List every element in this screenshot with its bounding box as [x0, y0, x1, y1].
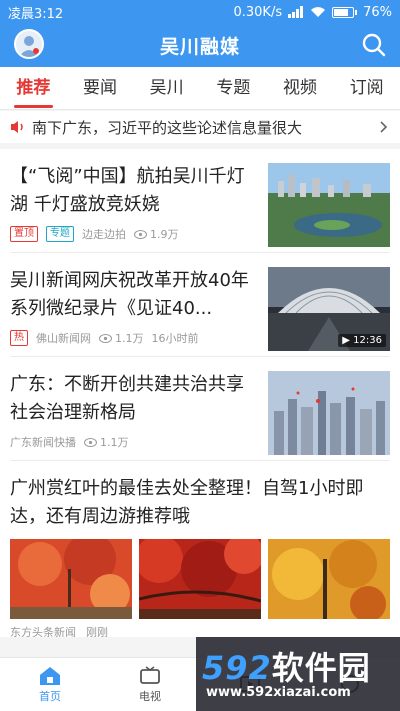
- eye-icon: [134, 229, 147, 239]
- status-bar: 凌晨3:12 0.30K/s 76%: [0, 0, 400, 24]
- gallery-images: [10, 539, 390, 619]
- chevron-right-icon: [380, 121, 388, 133]
- news-time: 刚刚: [86, 626, 108, 637]
- gallery-news-item[interactable]: 广州赏红叶的最佳去处全整理！自驾1小时即达，还有周边游推荐哦 东方头条新闻 刚刚: [10, 461, 390, 637]
- nav-label: 电视: [139, 689, 161, 703]
- news-thumbnail: [268, 371, 390, 455]
- news-item[interactable]: 广东：不断开创共建共治共享社会治理新格局 广东新闻快播 1.1万: [10, 357, 390, 461]
- notice-text: 南下广东，习近平的这些论述信息量很大: [32, 118, 303, 137]
- tab-subscribe[interactable]: 订阅: [333, 67, 400, 110]
- news-source: 边走边拍: [82, 228, 126, 241]
- gallery-image: [139, 539, 261, 619]
- news-title: 【“飞阅”中国】航拍吴川千灯湖 千灯盛放竞妖娆: [10, 166, 245, 215]
- news-time: 16小时前: [151, 332, 199, 345]
- tab-topics[interactable]: 专题: [200, 67, 267, 110]
- news-title: 吴川新闻网庆祝改革开放40年系列微纪录片《见证40...: [10, 270, 249, 319]
- news-views: 1.9万: [150, 228, 179, 241]
- tab-video[interactable]: 视频: [267, 67, 334, 110]
- news-thumbnail: [268, 163, 390, 247]
- news-source: 东方头条新闻: [10, 626, 76, 637]
- eye-icon: [99, 333, 112, 343]
- avatar[interactable]: [14, 29, 44, 59]
- video-duration: ▶ 12:36: [338, 334, 386, 347]
- app-header: 吴川融媒: [0, 24, 400, 67]
- news-meta: 广东新闻快播 1.1万: [10, 434, 129, 450]
- news-feed: 【“飞阅”中国】航拍吴川千灯湖 千灯盛放竞妖娆 置顶 专题 边走边拍 1.9万 …: [0, 149, 400, 637]
- signal-icon: [288, 6, 304, 18]
- news-item[interactable]: 吴川新闻网庆祝改革开放40年系列微纪录片《见证40... 热 佛山新闻网 1.1…: [10, 253, 390, 357]
- watermark-url: www.592xiazai.com: [206, 685, 351, 700]
- gallery-image: [268, 539, 390, 619]
- status-icons: 0.30K/s 76%: [233, 5, 392, 20]
- wifi-icon: [311, 7, 326, 17]
- news-views: 1.1万: [115, 332, 144, 345]
- gallery-image: [10, 539, 132, 619]
- video-thumbnail[interactable]: ▶ 12:36: [268, 267, 390, 351]
- news-source: 佛山新闻网: [36, 332, 91, 345]
- status-time: 凌晨3:12: [8, 6, 64, 22]
- app-title: 吴川融媒: [159, 36, 240, 58]
- tag-hot: 热: [10, 330, 28, 346]
- eye-icon: [84, 437, 97, 447]
- news-title: 广东：不断开创共建共治共享社会治理新格局: [10, 374, 244, 423]
- news-meta: 置顶 专题 边走边拍 1.9万: [10, 226, 179, 242]
- user-avatar-icon: [19, 36, 39, 57]
- news-views: 1.1万: [100, 436, 129, 449]
- watermark: 592软件园 www.592xiazai.com: [196, 637, 400, 711]
- notice-bar[interactable]: 南下广东，习近平的这些论述信息量很大: [0, 111, 400, 149]
- news-source: 广东新闻快播: [10, 436, 76, 449]
- news-meta: 东方头条新闻 刚刚: [10, 624, 108, 637]
- search-icon[interactable]: [360, 31, 388, 59]
- tv-icon: [140, 665, 160, 684]
- news-title: 广州赏红叶的最佳去处全整理！自驾1小时即达，还有周边游推荐哦: [10, 478, 364, 527]
- tag-pinned: 置顶: [10, 226, 38, 242]
- tab-wuchuan[interactable]: 吴川: [133, 67, 200, 110]
- tab-recommend[interactable]: 推荐: [0, 67, 67, 110]
- battery-icon: [332, 6, 358, 18]
- speaker-icon: [11, 121, 23, 133]
- news-meta: 热 佛山新闻网 1.1万 16小时前: [10, 330, 199, 346]
- nav-home[interactable]: 首页: [0, 658, 100, 711]
- home-icon: [40, 666, 60, 685]
- tag-special: 专题: [46, 226, 74, 242]
- nav-label: 首页: [39, 689, 61, 703]
- network-speed: 0.30K/s: [233, 4, 283, 20]
- watermark-logo: 592软件园: [202, 649, 371, 687]
- nav-tv[interactable]: 电视: [100, 658, 200, 711]
- category-tabs: 推荐 要闻 吴川 专题 视频 订阅: [0, 67, 400, 110]
- news-item[interactable]: 【“飞阅”中国】航拍吴川千灯湖 千灯盛放竞妖娆 置顶 专题 边走边拍 1.9万: [10, 149, 390, 253]
- battery-percent: 76%: [363, 4, 392, 20]
- tab-news[interactable]: 要闻: [67, 67, 134, 110]
